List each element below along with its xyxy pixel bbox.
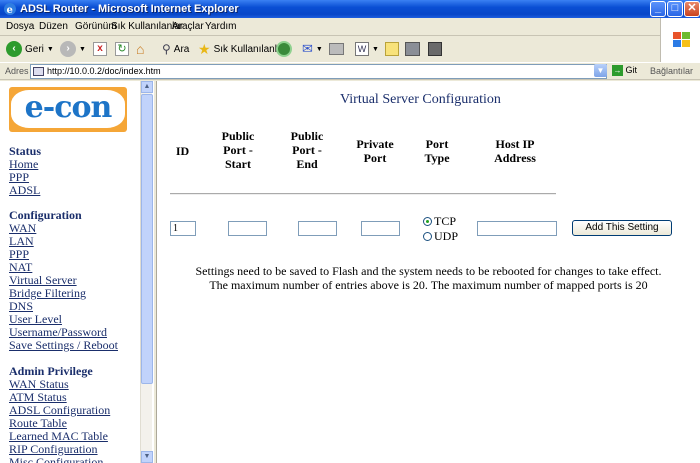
messenger-icon [405,42,420,56]
menu-bar: Dosya Düzen Görünüm Sık Kullanılanlar Ar… [0,18,700,36]
max-entries-note: The maximum number of entries above is 2… [209,278,648,292]
maximize-button[interactable]: □ [667,1,683,17]
host-ip-input[interactable] [477,221,557,236]
radio-selected-icon [423,217,432,226]
page-title: Virtual Server Configuration [340,92,501,107]
econ-logo: e-con [9,87,127,132]
toolbar: ‹ Geri ▼ › ▼ x ↻ ⌂ ⚲ Ara ★ Sık Kullanıla… [0,37,660,61]
history-icon [276,41,292,57]
udp-radio[interactable]: UDP [423,229,458,244]
public-port-end-input[interactable] [298,221,337,236]
back-button[interactable]: ‹ Geri ▼ [6,39,54,59]
header-public-port-end: Public Port - End [290,129,324,171]
search-label: Ara [173,43,190,55]
windows-flag-icon [673,32,690,47]
refresh-button[interactable]: ↻ [115,39,129,59]
mail-icon: ✉ [302,41,313,56]
divider-line [170,193,556,195]
sidebar-scrollbar[interactable]: ▲ ▼ [140,81,153,463]
navigation-frame: e-con Status Home PPP ADSL Configuration… [3,81,140,463]
refresh-icon: ↻ [115,42,129,56]
search-button[interactable]: ⚲ Ara [162,39,189,59]
main-frame: Virtual Server Configuration ID Public P… [157,81,700,463]
address-input[interactable]: http://10.0.0.2/doc/index.htm [30,64,607,79]
search-icon: ⚲ [162,42,171,56]
title-bar: e ADSL Router - Microsoft Internet Explo… [0,0,700,18]
header-public-port-start: Public Port - Start [221,129,255,171]
stop-icon: x [93,42,107,56]
header-private-port: Private Port [356,137,394,165]
add-setting-button[interactable]: Add This Setting [572,220,672,236]
chevron-down-icon: ▼ [372,45,379,53]
forward-button[interactable]: › ▼ [60,39,86,59]
browser-window: e ADSL Router - Microsoft Internet Explo… [0,0,700,463]
svg-text:e: e [7,5,13,16]
page-icon [33,67,44,76]
public-port-start-input[interactable] [228,221,267,236]
private-port-input[interactable] [361,221,400,236]
menu-tools[interactable]: Araçlar [172,21,204,32]
scroll-down-icon[interactable]: ▼ [141,451,153,463]
discuss-button[interactable] [385,39,399,59]
favorites-label: Sık Kullanılanlar [213,43,286,55]
chevron-down-icon: ▼ [46,45,54,53]
forward-arrow-icon: › [60,41,76,57]
print-button[interactable] [329,39,344,59]
home-button[interactable]: ⌂ [136,39,144,59]
address-label: Adres [5,66,29,76]
chevron-down-icon: ▼ [315,45,323,53]
note-icon [385,42,399,56]
nav-save-reboot[interactable]: Save Settings / Reboot [9,338,118,353]
tcp-label: TCP [434,214,457,228]
edit-button[interactable]: W ▼ [355,39,379,59]
print-icon [329,43,344,55]
minimize-button[interactable]: _ [650,1,666,17]
history-button[interactable] [276,39,292,59]
ie-icon: e [4,3,16,16]
go-arrow-icon: → [612,65,623,76]
tcp-radio[interactable]: TCP [423,214,456,229]
links-button[interactable]: Bağlantılar [650,66,693,76]
logo-text: e-con [11,90,125,128]
close-button[interactable]: ✕ [684,1,700,17]
research-button[interactable] [428,39,442,59]
save-note: Settings need to be saved to Flash and t… [195,264,662,278]
back-label: Geri [25,43,44,55]
star-icon: ★ [198,40,211,57]
address-dropdown-icon[interactable]: ▼ [594,64,607,77]
scroll-thumb[interactable] [141,94,153,384]
go-button[interactable]: → Git [612,65,637,76]
word-icon: W [355,42,369,56]
windows-logo [660,18,700,62]
stop-button[interactable]: x [93,39,107,59]
home-icon: ⌂ [136,41,145,57]
address-bar: Adres http://10.0.0.2/doc/index.htm ▼ → … [0,62,700,80]
go-label: Git [625,65,638,75]
radio-unselected-icon [423,232,432,241]
header-host-ip: Host IP Address [494,137,536,165]
research-icon [428,42,442,56]
address-url: http://10.0.0.2/doc/index.htm [47,66,161,76]
back-arrow-icon: ‹ [6,41,22,57]
mail-button[interactable]: ✉ ▼ [302,39,323,59]
udp-label: UDP [434,229,459,243]
nav-misc-configuration[interactable]: Misc Configuration [9,455,103,463]
content-area: e-con Status Home PPP ADSL Configuration… [0,81,700,463]
chevron-down-icon: ▼ [79,45,86,53]
id-input[interactable]: 1 [170,221,196,236]
favorites-button[interactable]: ★ Sık Kullanılanlar [198,39,286,59]
messenger-button[interactable] [405,39,420,59]
header-port-type: Port Type [424,137,450,165]
menu-help[interactable]: Yardım [205,21,237,32]
menu-edit[interactable]: Düzen [39,21,68,32]
menu-file[interactable]: Dosya [6,21,34,32]
nav-adsl[interactable]: ADSL [9,183,40,198]
scroll-up-icon[interactable]: ▲ [141,81,153,93]
header-id: ID [175,144,190,158]
window-title: ADSL Router - Microsoft Internet Explore… [20,3,239,15]
